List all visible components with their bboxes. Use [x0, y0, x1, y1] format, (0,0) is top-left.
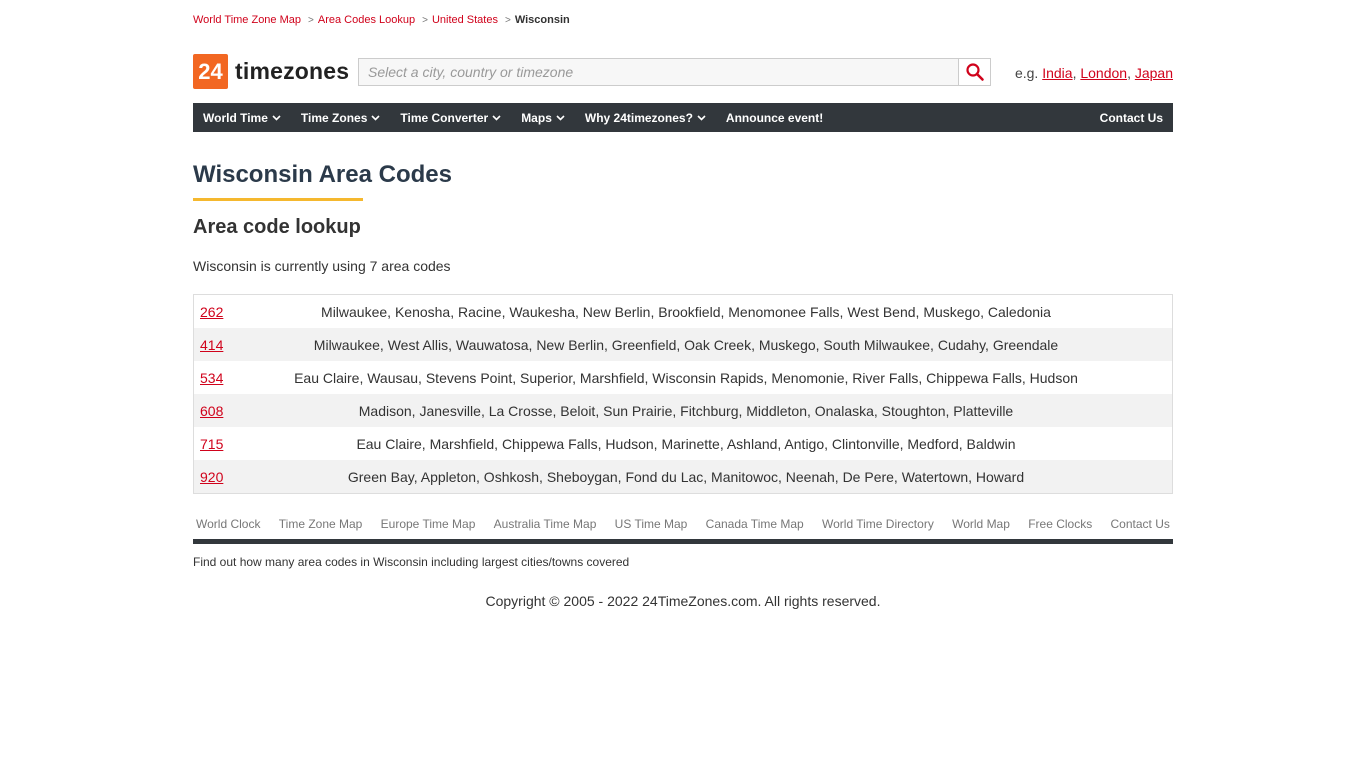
chevron-right-icon: >	[504, 14, 511, 26]
site-logo[interactable]: 24 timezones	[193, 54, 349, 89]
logo-number: 24	[193, 54, 228, 89]
chevron-down-icon	[556, 114, 565, 121]
intro-text: Wisconsin is currently using 7 area code…	[193, 258, 451, 274]
footer-link-us-time-map[interactable]: US Time Map	[612, 517, 691, 531]
breadcrumb: World Time Zone Map > Area Codes Lookup …	[193, 14, 570, 26]
nav-contact-us[interactable]: Contact Us	[1090, 103, 1173, 132]
footer-links: World Clock Time Zone Map Europe Time Ma…	[193, 517, 1173, 531]
chevron-right-icon: >	[422, 14, 428, 26]
area-code-link[interactable]: 262	[194, 304, 250, 320]
area-code-link[interactable]: 920	[194, 469, 250, 485]
chevron-down-icon	[272, 114, 281, 121]
table-row: 920 Green Bay, Appleton, Oshkosh, Sheboy…	[194, 460, 1172, 493]
area-code-link[interactable]: 414	[194, 337, 250, 353]
search-icon	[965, 63, 984, 81]
footer-link-europe-time-map[interactable]: Europe Time Map	[378, 517, 479, 531]
chevron-down-icon	[697, 114, 706, 121]
section-title: Area code lookup	[193, 216, 361, 238]
nav-world-time[interactable]: World Time	[193, 103, 291, 132]
example-link-japan[interactable]: Japan	[1135, 65, 1173, 81]
page-title: Wisconsin Area Codes	[193, 161, 452, 188]
search-input[interactable]	[359, 59, 958, 85]
title-underline	[193, 198, 363, 201]
search-examples: e.g. India, London, Japan	[1014, 65, 1173, 81]
breadcrumb-united-states[interactable]: United States	[432, 14, 498, 26]
nav-maps[interactable]: Maps	[511, 103, 575, 132]
area-code-cities: Milwaukee, West Allis, Wauwatosa, New Be…	[313, 336, 1059, 353]
footer-link-time-zone-map[interactable]: Time Zone Map	[276, 517, 366, 531]
search-box	[358, 58, 991, 86]
chevron-down-icon	[371, 114, 380, 121]
area-code-cities: Eau Claire, Wausau, Stevens Point, Super…	[294, 369, 1078, 386]
footer-link-world-map[interactable]: World Map	[949, 517, 1013, 531]
area-code-cities: Madison, Janesville, La Crosse, Beloit, …	[358, 402, 1014, 419]
chevron-down-icon	[492, 114, 501, 121]
area-code-cities: Eau Claire, Marshfield, Chippewa Falls, …	[356, 435, 1016, 452]
example-link-london[interactable]: London	[1080, 65, 1127, 81]
footer-link-canada-time-map[interactable]: Canada Time Map	[703, 517, 807, 531]
main-nav: World Time Time Zones Time Converter Map…	[193, 103, 1173, 132]
area-code-cities: Green Bay, Appleton, Oshkosh, Sheboygan,…	[347, 468, 1025, 485]
area-code-cities: Milwaukee, Kenosha, Racine, Waukesha, Ne…	[321, 303, 1051, 320]
nav-why-24timezones[interactable]: Why 24timezones?	[575, 103, 716, 132]
logo-text: timezones	[235, 58, 350, 84]
nav-label: Time Zones	[300, 110, 368, 125]
nav-label: Maps	[521, 110, 552, 125]
search-button[interactable]	[958, 59, 990, 85]
table-row: 715 Eau Claire, Marshfield, Chippewa Fal…	[194, 427, 1172, 460]
nav-label: Time Converter	[400, 110, 489, 125]
breadcrumb-world-time-zone-map[interactable]: World Time Zone Map	[193, 14, 301, 26]
area-codes-table: 262 Milwaukee, Kenosha, Racine, Waukesha…	[193, 294, 1173, 494]
nav-label: Why 24timezones?	[584, 110, 693, 125]
area-code-link[interactable]: 534	[194, 370, 250, 386]
copyright: Copyright © 2005 - 2022 24TimeZones.com.…	[485, 593, 881, 609]
examples-prefix: e.g.	[1014, 65, 1039, 81]
nav-time-converter[interactable]: Time Converter	[390, 103, 511, 132]
breadcrumb-current: Wisconsin	[514, 14, 570, 26]
footer-divider	[193, 539, 1173, 544]
table-row: 534 Eau Claire, Wausau, Stevens Point, S…	[194, 361, 1172, 394]
area-code-link[interactable]: 608	[194, 403, 250, 419]
nav-time-zones[interactable]: Time Zones	[291, 103, 390, 132]
footer-link-free-clocks[interactable]: Free Clocks	[1025, 517, 1095, 531]
table-row: 608 Madison, Janesville, La Crosse, Belo…	[194, 394, 1172, 427]
area-code-link[interactable]: 715	[194, 436, 250, 452]
footer-link-australia-time-map[interactable]: Australia Time Map	[491, 517, 600, 531]
table-row: 414 Milwaukee, West Allis, Wauwatosa, Ne…	[194, 328, 1172, 361]
footer-link-contact-us[interactable]: Contact Us	[1108, 517, 1173, 531]
chevron-right-icon: >	[308, 14, 314, 26]
breadcrumb-area-codes-lookup[interactable]: Area Codes Lookup	[318, 14, 415, 26]
example-link-india[interactable]: India	[1042, 65, 1072, 81]
nav-announce-event[interactable]: Announce event!	[716, 103, 833, 132]
footer-description: Find out how many area codes in Wisconsi…	[193, 555, 630, 569]
nav-label: World Time	[203, 110, 268, 125]
table-row: 262 Milwaukee, Kenosha, Racine, Waukesha…	[194, 295, 1172, 328]
footer-link-world-time-directory[interactable]: World Time Directory	[819, 517, 937, 531]
footer-link-world-clock[interactable]: World Clock	[193, 517, 263, 531]
